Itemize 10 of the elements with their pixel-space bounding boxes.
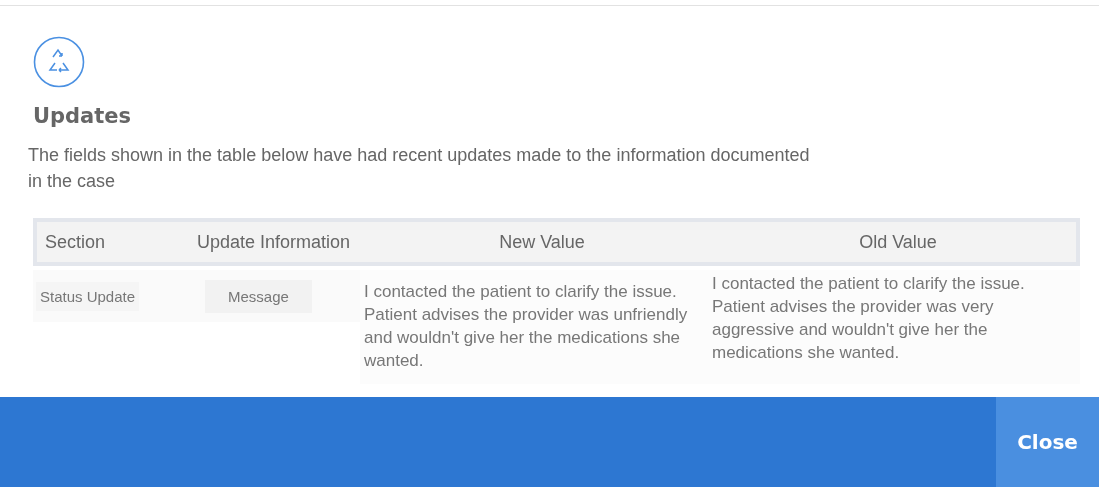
column-header: Update Information	[196, 231, 352, 253]
column-header: New Value	[498, 231, 586, 253]
column-header: Section	[44, 231, 107, 253]
table-cell: Message	[205, 279, 312, 313]
recycle-icon	[33, 36, 85, 88]
close-button[interactable]: Close	[996, 397, 1099, 487]
table-cell: Status Update	[36, 281, 140, 311]
dialog-title: Updates	[33, 104, 133, 128]
dialog-description: The fields shown in the table below have had recent updates made to the information documented in the case	[28, 144, 811, 193]
column-header: Old Value	[858, 231, 938, 253]
